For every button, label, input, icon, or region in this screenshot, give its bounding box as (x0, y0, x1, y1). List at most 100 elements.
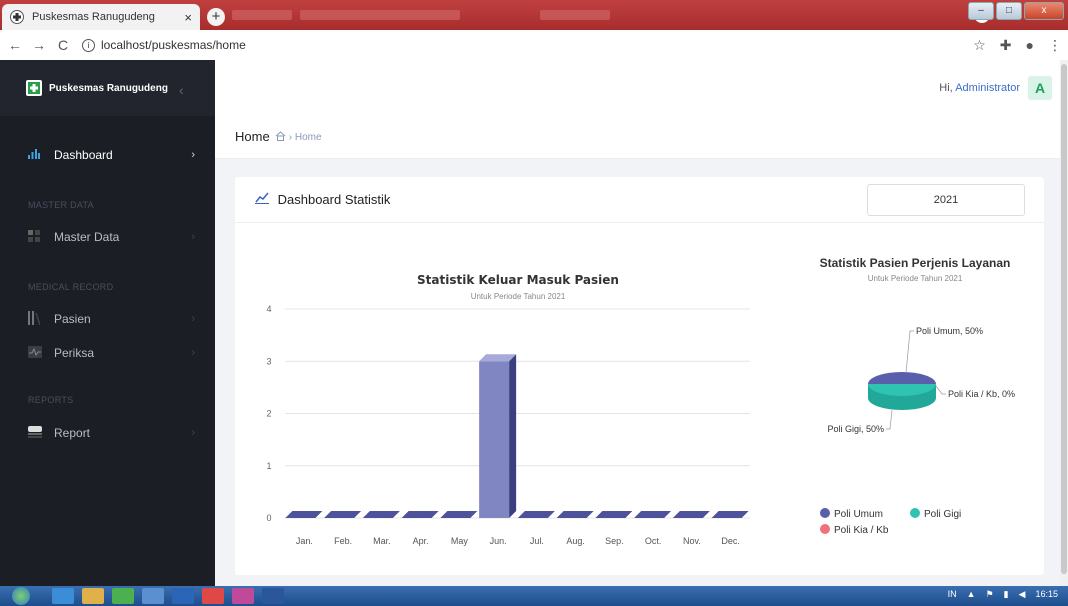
language-indicator[interactable]: IN (948, 589, 957, 600)
greeting-text: Hi, (939, 82, 953, 94)
window-controls: – □ x (968, 2, 1064, 20)
start-button[interactable] (4, 586, 38, 606)
tab-close-icon[interactable]: × (184, 10, 192, 25)
leader-line (935, 385, 946, 395)
bar-side (509, 354, 517, 518)
vscode-icon[interactable] (172, 588, 194, 604)
bar[interactable] (362, 511, 400, 518)
pie-slice[interactable] (868, 372, 936, 384)
brand-name: Puskesmas Ranugudeng (49, 82, 168, 94)
tray-arrow-icon[interactable]: ▲ (967, 589, 976, 600)
y-tick-label: 4 (266, 304, 271, 314)
reload-button[interactable]: C (54, 37, 72, 53)
explorer-icon[interactable] (82, 588, 104, 604)
legend-item[interactable]: Poli Umum (820, 508, 883, 520)
bar-top (672, 511, 710, 518)
pie-chart-subtitle: Untuk Periode Tahun 2021 (868, 274, 963, 283)
chrome-icon[interactable] (112, 588, 134, 604)
browser-menu-icon[interactable]: ⋮ (1048, 37, 1062, 54)
x-tick-label: Sep. (605, 536, 624, 546)
user-name: Administrator (955, 82, 1020, 94)
legend-item[interactable]: Poli Kia / Kb (820, 524, 889, 536)
sidebar-item-pasien[interactable]: Pasien › (0, 304, 215, 334)
report-icon (28, 425, 42, 441)
section-header-reports: REPORTS (28, 395, 74, 405)
close-window-button[interactable]: x (1024, 2, 1064, 20)
legend-item[interactable]: Poli Gigi (910, 508, 961, 520)
profile-icon[interactable]: ● (1026, 37, 1034, 54)
flag-icon[interactable]: ⚑ (986, 589, 994, 600)
breadcrumb-home-link[interactable]: Home (295, 132, 322, 143)
app-icon[interactable] (232, 588, 254, 604)
clock[interactable]: 16:15 (1035, 589, 1058, 600)
collapse-sidebar-icon[interactable]: ‹ (179, 82, 184, 98)
sidebar-item-label: Dashboard (54, 148, 113, 162)
app-icon[interactable] (142, 588, 164, 604)
bar[interactable] (556, 511, 594, 518)
system-tray: IN ▲ ⚑ ▮ ◀ 16:15 (948, 589, 1058, 600)
bar[interactable] (285, 511, 323, 518)
ie-icon[interactable] (52, 588, 74, 604)
minimize-button[interactable]: – (968, 2, 994, 20)
leader-line (905, 330, 914, 374)
bar-top (362, 511, 400, 518)
bar[interactable] (401, 511, 439, 518)
y-tick-label: 3 (266, 356, 271, 366)
volume-icon[interactable]: ◀ (1019, 589, 1026, 600)
bar[interactable] (711, 511, 749, 518)
word-icon[interactable] (262, 588, 284, 604)
x-tick-label: Jun. (490, 536, 507, 546)
info-icon[interactable]: i (82, 38, 95, 52)
page-title: Home (235, 129, 270, 144)
sidebar-brand[interactable]: Puskesmas Ranugudeng ‹ (0, 60, 215, 116)
sidebar-item-master-data[interactable]: Master Data › (0, 222, 215, 252)
bookmark-star-icon[interactable]: ☆ (973, 37, 986, 54)
pie-data-label: Poli Gigi, 50% (827, 424, 884, 434)
legend-swatch (820, 524, 830, 534)
x-tick-label: Mar. (373, 536, 391, 546)
url-field[interactable]: i localhost/puskesmas/home (82, 38, 246, 52)
x-tick-label: Dec. (721, 536, 740, 546)
breadcrumb-trail: › Home (275, 131, 322, 143)
browser-tab[interactable]: Puskesmas Ranugudeng × (2, 4, 200, 30)
bar-top (595, 511, 633, 518)
x-tick-label: Oct. (645, 536, 662, 546)
avatar[interactable]: A (1028, 76, 1052, 100)
chevron-right-icon: › (191, 149, 195, 161)
sidebar-item-dashboard[interactable]: Dashboard › (0, 140, 215, 170)
chevron-right-icon: › (191, 347, 195, 359)
x-tick-label: Apr. (413, 536, 429, 546)
bar[interactable] (517, 511, 555, 518)
grid-icon (28, 229, 42, 245)
sidebar-item-label: Report (54, 426, 91, 440)
user-greeting[interactable]: Hi, Administrator (939, 82, 1020, 94)
bar[interactable] (324, 511, 362, 518)
new-tab-button[interactable]: + (207, 8, 225, 26)
clinic-logo-icon (26, 80, 42, 96)
home-icon[interactable] (275, 131, 286, 141)
sidebar-item-label: Pasien (54, 312, 91, 326)
bar-top (634, 511, 672, 518)
extensions-icon[interactable]: ✚ (1000, 37, 1012, 54)
favicon-icon (10, 10, 24, 24)
forward-button[interactable]: → (30, 37, 48, 53)
app-icon[interactable] (202, 588, 224, 604)
y-tick-label: 0 (266, 513, 271, 523)
bar[interactable] (672, 511, 710, 518)
bar[interactable] (479, 354, 517, 518)
back-button[interactable]: ← (6, 37, 24, 53)
bar[interactable] (440, 511, 478, 518)
bar[interactable] (595, 511, 633, 518)
year-select[interactable]: 2021 (867, 184, 1025, 216)
sidebar-item-report[interactable]: Report › (0, 418, 215, 448)
bar[interactable] (634, 511, 672, 518)
network-icon[interactable]: ▮ (1004, 589, 1009, 600)
section-header-medical-record: MEDICAL RECORD (28, 282, 114, 292)
x-tick-label: Feb. (334, 536, 352, 546)
x-tick-label: Aug. (566, 536, 585, 546)
maximize-button[interactable]: □ (996, 2, 1022, 20)
sidebar-item-periksa[interactable]: Periksa › (0, 338, 215, 368)
page-scrollbar[interactable] (1060, 60, 1068, 586)
chevron-right-icon: › (191, 231, 195, 243)
bar-top (440, 511, 478, 518)
